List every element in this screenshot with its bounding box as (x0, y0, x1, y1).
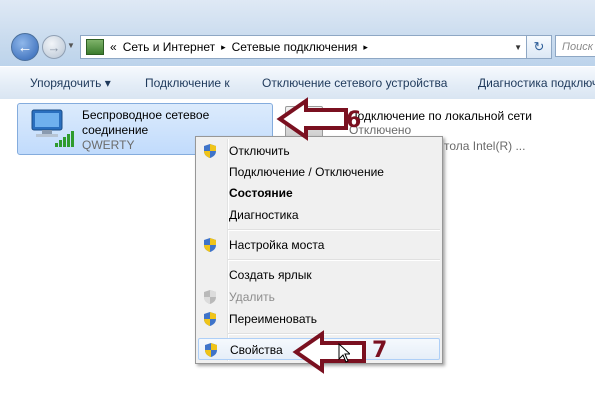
menu-item-diagnostics[interactable]: Диагностика (196, 205, 442, 225)
breadcrumb-separator-icon[interactable]: ▸ (363, 42, 368, 53)
menu-item-label: Состояние (229, 186, 293, 200)
history-dropdown-icon[interactable]: ▼ (67, 41, 75, 50)
menu-item-disconnect[interactable]: Отключить (196, 141, 442, 161)
shield-icon (204, 312, 216, 326)
connect-to-button[interactable]: Подключение к (145, 76, 230, 90)
forward-button[interactable]: → (42, 35, 66, 59)
mouse-cursor-icon (338, 343, 350, 363)
menu-divider (228, 229, 440, 231)
menu-divider (228, 259, 440, 261)
back-button[interactable]: ← (11, 33, 39, 61)
annotation-step-7: 7 (372, 338, 388, 363)
menu-item-create-shortcut[interactable]: Создать ярлык (196, 265, 442, 285)
shield-icon (204, 290, 216, 304)
menu-item-label: Настройка моста (229, 238, 325, 252)
menu-item-label: Отключить (229, 144, 290, 158)
refresh-button[interactable]: ↻ (526, 35, 552, 59)
lan-adapter-name: тола Intel(R) ... (444, 139, 526, 153)
breadcrumb-network-internet[interactable]: Сеть и Интернет (123, 40, 215, 54)
refresh-icon: ↻ (533, 39, 545, 54)
arrow-right-icon: → (47, 39, 61, 55)
menu-item-connect-disconnect[interactable]: Подключение / Отключение (196, 162, 442, 182)
wireless-ssid: QWERTY (82, 138, 135, 152)
menu-item-rename[interactable]: Переименовать (196, 309, 442, 329)
shield-icon (204, 238, 216, 252)
breadcrumb-separator-icon[interactable]: ▸ (221, 42, 226, 53)
menu-item-delete: Удалить (196, 287, 442, 307)
menu-item-label: Удалить (229, 290, 275, 304)
shield-icon (205, 343, 217, 357)
breadcrumb-network-connections[interactable]: Сетевые подключения (232, 40, 358, 54)
menu-item-label: Свойства (230, 343, 283, 357)
arrow-left-icon: ← (17, 38, 33, 56)
wireless-name-line2: соединение (82, 123, 149, 137)
annotation-step-6: 6 (346, 108, 362, 133)
shield-icon (204, 144, 216, 158)
diagnose-button[interactable]: Диагностика подключ (478, 76, 595, 90)
menu-item-label: Диагностика (229, 208, 299, 222)
annotation-arrow-6 (276, 97, 348, 141)
menu-item-label: Создать ярлык (229, 268, 312, 282)
lan-connection-name[interactable]: Подключение по локальной сети (349, 109, 532, 123)
signal-strength-icon (55, 131, 74, 147)
command-bar: Упорядочить ▾ Подключение к Отключение с… (0, 66, 595, 100)
network-folder-icon (86, 39, 104, 55)
menu-item-status[interactable]: Состояние (196, 183, 442, 203)
menu-item-label: Подключение / Отключение (229, 165, 384, 179)
menu-item-label: Переименовать (229, 312, 317, 326)
menu-item-bridge[interactable]: Настройка моста (196, 235, 442, 255)
address-dropdown-icon[interactable]: ▼ (514, 43, 522, 52)
wireless-name-line1: Беспроводное сетевое (82, 108, 210, 122)
address-overflow[interactable]: « (110, 40, 117, 54)
disable-device-button[interactable]: Отключение сетевого устройства (262, 76, 447, 90)
organize-button[interactable]: Упорядочить ▾ (30, 76, 111, 90)
annotation-arrow-7 (292, 330, 366, 374)
address-bar[interactable]: « Сеть и Интернет ▸ Сетевые подключения … (80, 35, 527, 59)
search-input[interactable]: Поиск (555, 35, 595, 57)
